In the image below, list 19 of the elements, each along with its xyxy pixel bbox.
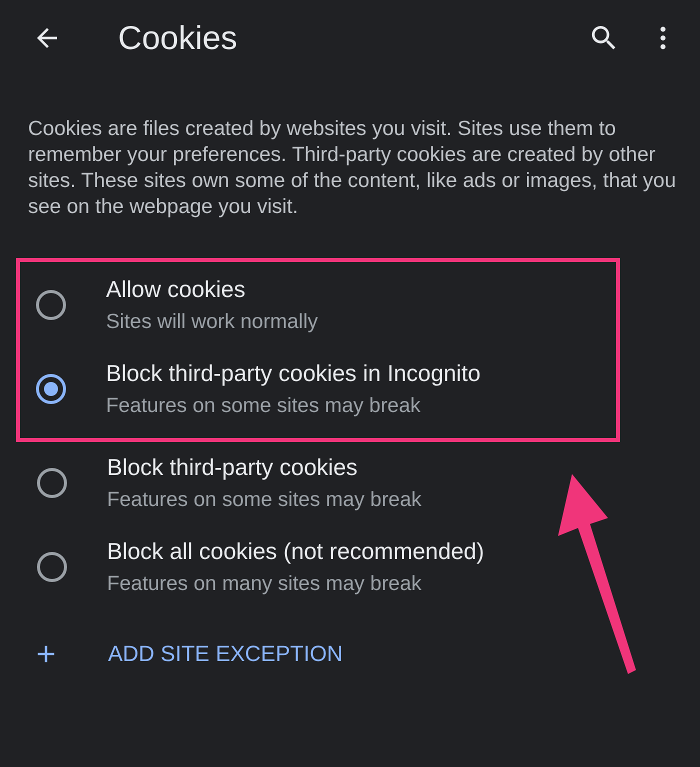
page-title: Cookies <box>118 19 238 57</box>
radio-option[interactable]: Block third-party cookies in Incognito Features on some sites may break <box>20 348 616 432</box>
option-subtitle: Features on many sites may break <box>107 571 422 597</box>
option-subtitle: Sites will work normally <box>106 309 318 335</box>
radio-option[interactable]: Allow cookies Sites will work normally <box>20 264 616 348</box>
radio-button[interactable] <box>37 468 67 498</box>
option-subtitle: Features on some sites may break <box>107 487 422 513</box>
option-title: Allow cookies <box>106 275 246 304</box>
option-title: Block third-party cookies in Incognito <box>106 359 481 388</box>
radio-button[interactable] <box>36 374 66 404</box>
option-title: Block all cookies (not recommended) <box>107 537 484 566</box>
option-subtitle: Features on some sites may break <box>106 393 422 419</box>
description-text: Cookies are files created by websites you visit. Sites use them to remember your preferences. Third-party cookies are created by other sites. These sites own some of the content, like ads or images, that you see on the webpage you visit. <box>28 116 677 220</box>
radio-option[interactable]: Block third-party cookies Features on some sites may break <box>0 442 700 526</box>
radio-button[interactable] <box>37 552 67 582</box>
radio-button[interactable] <box>36 290 66 320</box>
option-title: Block third-party cookies <box>107 453 359 482</box>
add-site-exception-button[interactable]: ADD SITE EXCEPTION <box>0 640 343 668</box>
radio-option[interactable]: Block all cookies (not recommended) Features on many sites may break <box>0 526 700 610</box>
